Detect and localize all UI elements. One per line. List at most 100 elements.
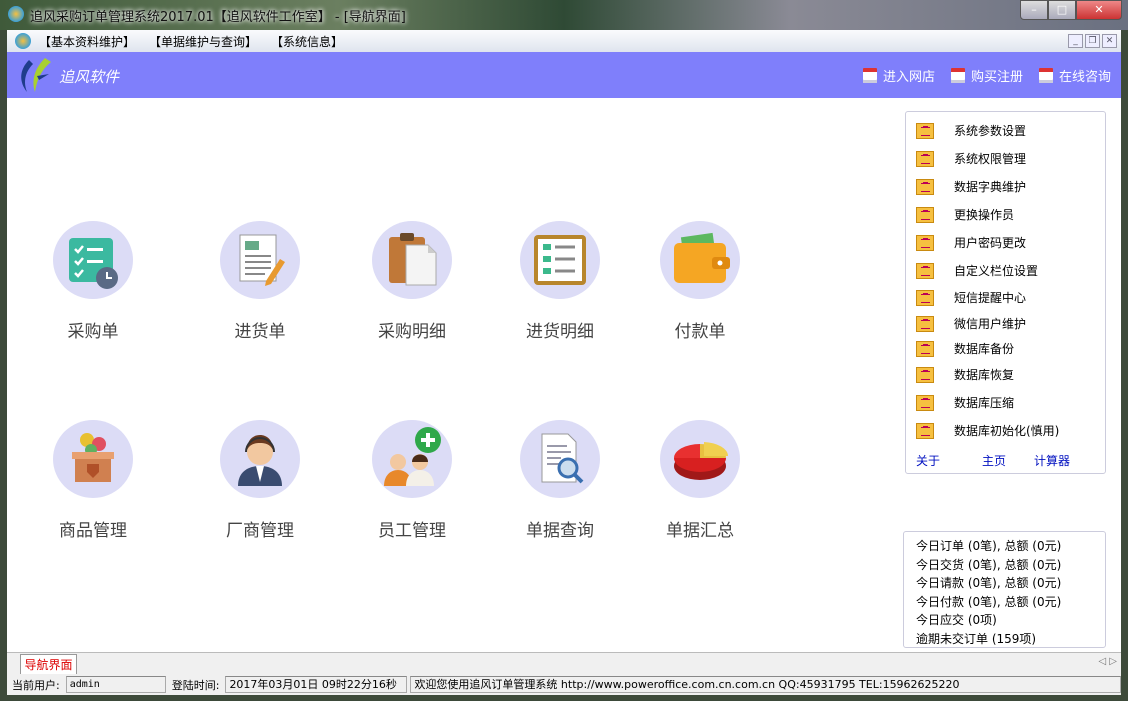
user-label: 当前用户: bbox=[12, 678, 60, 692]
side-item-label: 数据字典维护 bbox=[954, 180, 1027, 194]
maximize-button[interactable]: □ bbox=[1048, 0, 1076, 20]
nav-receiving-order[interactable]: 进货单 bbox=[200, 221, 320, 342]
side-item-sms-center[interactable]: 短信提醒中心 bbox=[916, 289, 1026, 306]
pie-chart-icon bbox=[660, 420, 740, 498]
nav-purchase-order[interactable]: 采购单 bbox=[33, 221, 153, 342]
buy-register-link[interactable]: 购买注册 bbox=[950, 66, 1023, 85]
tab-navigation[interactable]: 导航界面 bbox=[20, 654, 77, 675]
note-icon bbox=[916, 394, 934, 411]
note-icon bbox=[916, 340, 934, 357]
side-item-change-operator[interactable]: 更换操作员 bbox=[916, 206, 1014, 223]
note-icon bbox=[916, 206, 934, 223]
side-item-label: 短信提醒中心 bbox=[954, 291, 1027, 305]
login-time: 2017年03月01日 09时22分16秒 bbox=[225, 676, 408, 693]
side-item-permissions[interactable]: 系统权限管理 bbox=[916, 150, 1026, 167]
note-icon bbox=[916, 366, 934, 383]
logo-icon bbox=[21, 58, 51, 92]
app-icon bbox=[15, 33, 31, 49]
side-item-label: 系统权限管理 bbox=[954, 152, 1027, 166]
calendar-icon bbox=[1038, 68, 1053, 83]
add-user-icon bbox=[372, 420, 452, 498]
side-item-dictionary[interactable]: 数据字典维护 bbox=[916, 178, 1026, 195]
list-board-icon bbox=[520, 221, 600, 299]
nav-label: 商品管理 bbox=[59, 521, 127, 541]
current-user: admin bbox=[65, 676, 166, 693]
side-item-label: 更换操作员 bbox=[954, 208, 1015, 222]
nav-label: 付款单 bbox=[674, 322, 726, 342]
stat-today-payments: 今日付款 (0笔), 总额 (0元) bbox=[916, 594, 1062, 609]
nav-label: 厂商管理 bbox=[226, 521, 294, 541]
link-label: 购买注册 bbox=[970, 70, 1023, 85]
online-consult-link[interactable]: 在线咨询 bbox=[1038, 66, 1111, 85]
nav-receiving-detail[interactable]: 进货明细 bbox=[500, 221, 620, 342]
side-item-custom-fields[interactable]: 自定义栏位设置 bbox=[916, 262, 1038, 279]
note-icon bbox=[916, 289, 934, 306]
side-item-db-compress[interactable]: 数据库压缩 bbox=[916, 394, 1014, 411]
today-stats-panel: 今日订单 (0笔), 总额 (0元) 今日交货 (0笔), 总额 (0元) 今日… bbox=[903, 531, 1106, 648]
mdi-restore-button[interactable]: ❐ bbox=[1085, 34, 1100, 48]
stat-overdue-orders: 逾期未交订单 (159项) bbox=[916, 631, 1037, 646]
nav-label: 采购明细 bbox=[378, 322, 446, 342]
side-item-db-backup[interactable]: 数据库备份 bbox=[916, 340, 1014, 357]
nav-label: 进货单 bbox=[234, 322, 286, 342]
title-bar: 追风采购订单管理系统2017.01【追风软件工作室】 - [导航界面] – □ … bbox=[0, 0, 1128, 30]
calendar-icon bbox=[950, 68, 965, 83]
link-label: 进入网店 bbox=[882, 70, 935, 85]
clipboard-icon bbox=[372, 221, 452, 299]
menu-bar: 【基本资料维护】 【单据维护与查询】 【系统信息】 _ ❐ ✕ bbox=[7, 30, 1121, 52]
document-pen-icon bbox=[220, 221, 300, 299]
homepage-link[interactable]: 主页 bbox=[982, 452, 1034, 469]
mdi-minimize-button[interactable]: _ bbox=[1068, 34, 1083, 48]
side-item-label: 数据库备份 bbox=[954, 342, 1015, 356]
note-icon bbox=[916, 122, 934, 139]
link-label: 在线咨询 bbox=[1058, 70, 1111, 85]
side-item-system-params[interactable]: 系统参数设置 bbox=[916, 122, 1026, 139]
welcome-message: 欢迎您使用追风订单管理系统 http://www.poweroffice.com… bbox=[410, 676, 1121, 693]
stat-today-due: 今日应交 (0项) bbox=[916, 613, 997, 628]
nav-employee-management[interactable]: 员工管理 bbox=[352, 420, 472, 541]
stat-today-orders: 今日订单 (0笔), 总额 (0元) bbox=[916, 539, 1062, 553]
note-icon bbox=[916, 315, 934, 332]
side-item-label: 自定义栏位设置 bbox=[954, 264, 1039, 278]
note-icon bbox=[916, 150, 934, 167]
side-item-label: 微信用户维护 bbox=[954, 317, 1027, 331]
nav-purchase-detail[interactable]: 采购明细 bbox=[352, 221, 472, 342]
note-icon bbox=[916, 234, 934, 251]
goods-box-icon bbox=[53, 420, 133, 498]
side-item-db-restore[interactable]: 数据库恢复 bbox=[916, 366, 1014, 383]
side-item-label: 用户密码更改 bbox=[954, 236, 1027, 250]
side-item-label: 数据库初始化(慎用) bbox=[954, 424, 1060, 438]
calendar-icon bbox=[862, 68, 877, 83]
note-icon bbox=[916, 178, 934, 195]
close-button[interactable]: ✕ bbox=[1076, 0, 1122, 20]
brand-name: 追风软件 bbox=[59, 68, 120, 86]
about-link[interactable]: 关于 bbox=[916, 452, 982, 469]
nav-document-summary[interactable]: 单据汇总 bbox=[640, 420, 760, 541]
menu-documents[interactable]: 【单据维护与查询】 bbox=[149, 33, 257, 50]
menu-basic-data[interactable]: 【基本资料维护】 bbox=[39, 33, 135, 50]
tab-scroll-arrows[interactable]: ◁ ▷ bbox=[1098, 656, 1117, 667]
stat-today-requests: 今日请款 (0笔), 总额 (0元) bbox=[916, 576, 1062, 591]
nav-label: 员工管理 bbox=[378, 521, 446, 541]
side-item-label: 数据库压缩 bbox=[954, 396, 1015, 410]
nav-document-query[interactable]: 单据查询 bbox=[500, 420, 620, 541]
nav-payment[interactable]: 付款单 bbox=[640, 221, 760, 342]
client-area: 【基本资料维护】 【单据维护与查询】 【系统信息】 _ ❐ ✕ 追风软件 进入网… bbox=[7, 30, 1121, 695]
minimize-button[interactable]: – bbox=[1020, 0, 1048, 20]
menu-system-info[interactable]: 【系统信息】 bbox=[271, 33, 343, 50]
side-item-label: 系统参数设置 bbox=[954, 124, 1027, 138]
side-item-db-init[interactable]: 数据库初始化(慎用) bbox=[916, 422, 1059, 439]
side-item-change-password[interactable]: 用户密码更改 bbox=[916, 234, 1026, 251]
mdi-close-button[interactable]: ✕ bbox=[1102, 34, 1117, 48]
side-item-wechat-users[interactable]: 微信用户维护 bbox=[916, 315, 1026, 332]
window-title: 追风采购订单管理系统2017.01【追风软件工作室】 - [导航界面] bbox=[30, 10, 406, 25]
status-bar: 当前用户: admin 登陆时间: 2017年03月01日 09时22分16秒 … bbox=[7, 674, 1121, 695]
nav-label: 单据汇总 bbox=[666, 521, 734, 541]
tab-strip: 导航界面 ◁ ▷ bbox=[7, 652, 1121, 675]
nav-supplier-management[interactable]: 厂商管理 bbox=[200, 420, 320, 541]
calculator-link[interactable]: 计算器 bbox=[1034, 452, 1070, 469]
nav-label: 进货明细 bbox=[526, 322, 594, 342]
nav-goods-management[interactable]: 商品管理 bbox=[33, 420, 153, 541]
stat-today-deliveries: 今日交货 (0笔), 总额 (0元) bbox=[916, 557, 1062, 572]
enter-shop-link[interactable]: 进入网店 bbox=[862, 66, 935, 85]
